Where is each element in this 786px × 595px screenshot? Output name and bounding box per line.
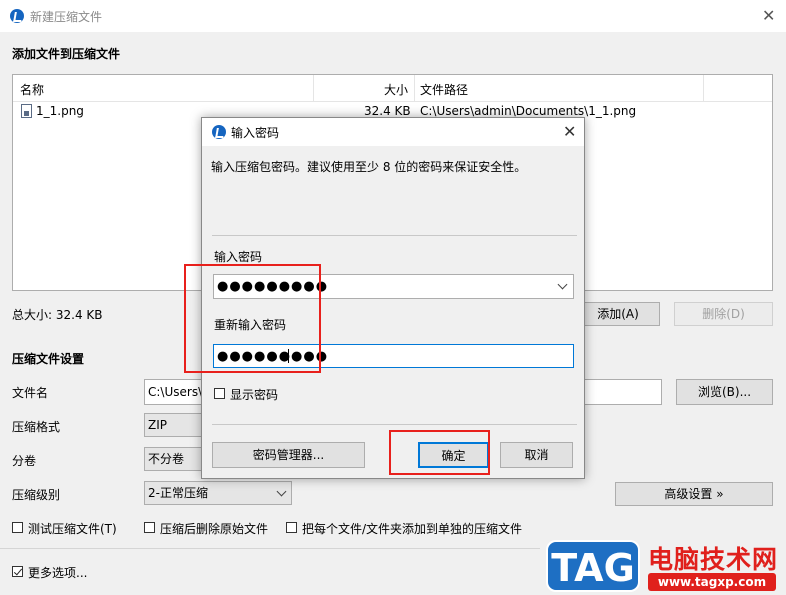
level-label: 压缩级别 xyxy=(12,488,61,502)
show-password-label: 显示密码 xyxy=(230,388,279,402)
divider xyxy=(212,235,577,236)
watermark-logo: TAG xyxy=(546,540,640,592)
divider xyxy=(212,424,577,425)
delete-after-checkbox[interactable] xyxy=(144,522,155,533)
dialog-description: 输入压缩包密码。建议使用至少 8 位的密码来保证安全性。 xyxy=(211,160,527,174)
cancel-button[interactable]: 取消 xyxy=(500,442,573,468)
split-label: 分卷 xyxy=(12,454,37,468)
dialog-title-bar: 输入密码 ✕ xyxy=(202,118,584,146)
dialog-close-icon[interactable]: ✕ xyxy=(563,124,576,140)
window-title: 新建压缩文件 xyxy=(30,10,103,24)
add-files-section-title: 添加文件到压缩文件 xyxy=(12,47,121,61)
window-close-icon[interactable]: ✕ xyxy=(762,8,775,24)
format-label: 压缩格式 xyxy=(12,420,61,434)
watermark-url: www.tagxp.com xyxy=(648,573,776,591)
filename-label: 文件名 xyxy=(12,386,49,400)
dialog-title: 输入密码 xyxy=(231,126,280,140)
highlight-password-fields xyxy=(184,264,321,373)
file-list-header: 名称 大小 文件路径 xyxy=(13,75,772,102)
file-path: C:\Users\admin\Documents\1_1.png xyxy=(420,104,637,118)
chevron-down-icon xyxy=(276,486,287,497)
delete-button[interactable]: 删除(D) xyxy=(674,302,773,326)
chevron-down-icon[interactable] xyxy=(557,279,568,290)
settings-section-title: 压缩文件设置 xyxy=(12,352,85,366)
column-header-path[interactable]: 文件路径 xyxy=(420,81,468,98)
test-archive-checkbox[interactable] xyxy=(12,522,23,533)
separate-archives-label: 把每个文件/文件夹添加到单独的压缩文件 xyxy=(302,522,523,536)
column-header-name[interactable]: 名称 xyxy=(20,81,44,98)
divider xyxy=(0,548,540,549)
advanced-settings-button[interactable]: 高级设置 » xyxy=(615,482,773,506)
image-file-icon xyxy=(21,104,32,118)
level-select-value: 2-正常压缩 xyxy=(148,486,208,500)
app-logo-icon xyxy=(212,125,226,139)
more-options-label: 更多选项... xyxy=(28,566,88,580)
add-button[interactable]: 添加(A) xyxy=(576,302,660,326)
browse-button[interactable]: 浏览(B)... xyxy=(676,379,773,405)
app-logo-icon xyxy=(10,9,24,23)
password-manager-button[interactable]: 密码管理器... xyxy=(212,442,365,468)
total-size-label: 总大小: 32.4 KB xyxy=(12,308,103,322)
level-select[interactable]: 2-正常压缩 xyxy=(144,481,292,505)
separate-archives-checkbox[interactable] xyxy=(286,522,297,533)
password-label: 输入密码 xyxy=(214,250,263,264)
watermark-site-name: 电脑技术网 xyxy=(648,545,779,574)
more-options-checkbox[interactable] xyxy=(12,566,23,577)
test-archive-label: 测试压缩文件(T) xyxy=(28,522,117,536)
highlight-ok-button xyxy=(389,430,490,475)
window-title-bar: 新建压缩文件 ✕ xyxy=(0,0,786,32)
file-name: 1_1.png xyxy=(36,104,84,118)
show-password-checkbox[interactable] xyxy=(214,388,225,399)
file-size: 32.4 KB xyxy=(364,104,411,118)
column-header-size[interactable]: 大小 xyxy=(384,81,408,98)
delete-after-label: 压缩后删除原始文件 xyxy=(160,522,269,536)
